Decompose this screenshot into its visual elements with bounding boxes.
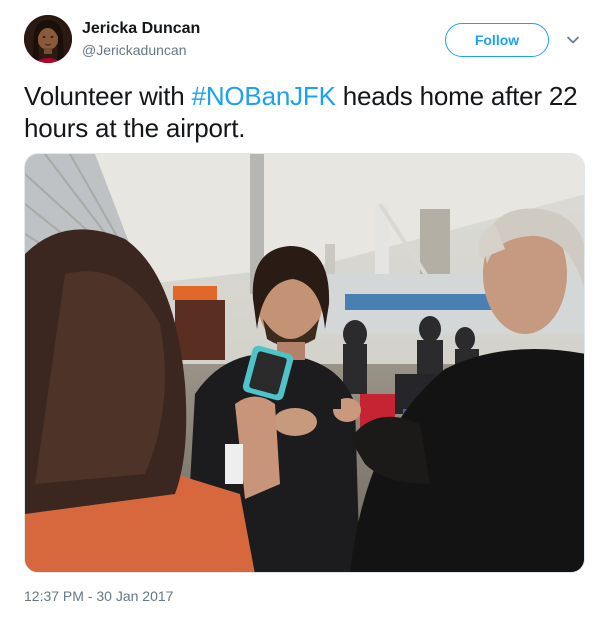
- chevron-down-icon[interactable]: [566, 33, 580, 47]
- airport-photo: [25, 154, 584, 572]
- follow-button[interactable]: Follow: [445, 23, 549, 57]
- display-name[interactable]: Jericka Duncan: [82, 19, 200, 39]
- tweet-text-lead: Volunteer with: [24, 81, 192, 111]
- tweet-card: Jericka Duncan @Jerickaduncan Follow Vol…: [0, 0, 603, 617]
- user-handle[interactable]: @Jerickaduncan: [82, 40, 200, 60]
- hashtag-link[interactable]: #NOBanJFK: [192, 81, 336, 111]
- tweet-photo[interactable]: [24, 153, 585, 573]
- avatar-image: [24, 15, 72, 63]
- tweet-text: Volunteer with #NOBanJFK heads home afte…: [24, 80, 594, 144]
- avatar[interactable]: [24, 15, 72, 63]
- tweet-timestamp[interactable]: 12:37 PM - 30 Jan 2017: [24, 588, 173, 604]
- user-info: Jericka Duncan @Jerickaduncan: [82, 19, 200, 60]
